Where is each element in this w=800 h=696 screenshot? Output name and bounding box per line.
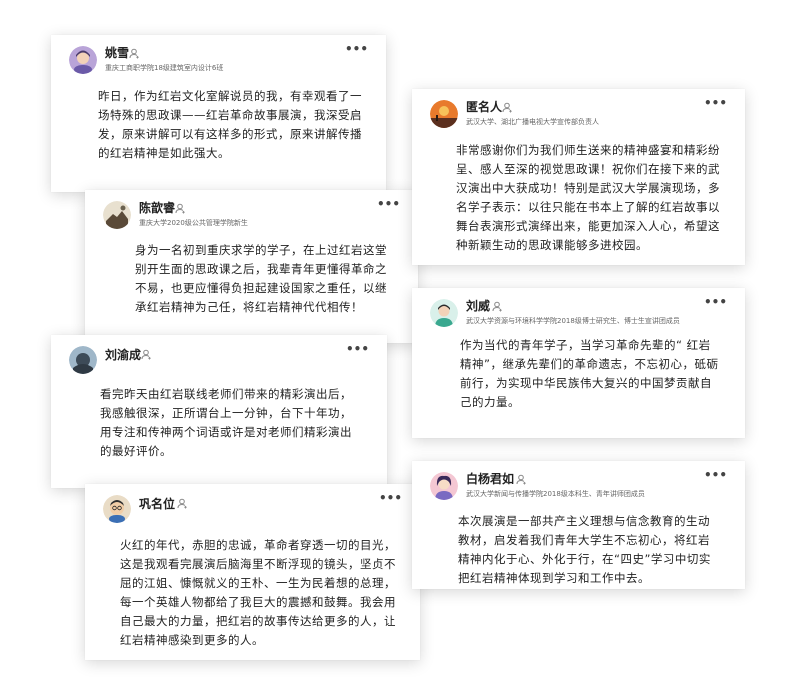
author-name[interactable]: 陈歆睿 bbox=[139, 201, 175, 215]
comment-text: 本次展演是一部共产主义理想与信念教育的生动教材，启发着我们青年大学生不忘初心，将… bbox=[458, 514, 711, 585]
more-dots-icon[interactable]: ••• bbox=[704, 296, 727, 308]
comment-card-niming: 匿名人 武汉大学、湖北广播电视大学宣传部负责人 ••• 非常感谢你们为我们师生送… bbox=[412, 89, 745, 265]
card-header: 巩名位 ••• bbox=[85, 484, 420, 524]
avatar[interactable] bbox=[430, 299, 458, 327]
author-affiliation: 武汉大学新闻与传播学院2018级本科生、青年讲师团成员 bbox=[466, 490, 645, 498]
author-name[interactable]: 刘威 bbox=[466, 299, 490, 313]
more-dots-icon[interactable]: ••• bbox=[377, 198, 400, 210]
more-dots-icon[interactable]: ••• bbox=[346, 343, 369, 355]
comment-text: 火红的年代，赤胆的忠诚，革命者穿透一切的目光，这是我观看完展演后脑海里不断浮现的… bbox=[120, 538, 396, 647]
author-name[interactable]: 姚雪 bbox=[105, 46, 129, 60]
comment-text: 身为一名初到重庆求学的学子，在上过红岩这堂别开生面的思政课之后，我辈青年更懂得革… bbox=[135, 243, 387, 314]
card-header: 白杨君如 武汉大学新闻与传播学院2018级本科生、青年讲师团成员 ••• bbox=[412, 461, 745, 501]
user-follow-icon[interactable] bbox=[492, 301, 503, 312]
avatar[interactable] bbox=[103, 495, 131, 523]
avatar[interactable] bbox=[430, 100, 458, 128]
comment-text: 昨日，作为红岩文化室解说员的我，有幸观看了一场特殊的思政课——红岩革命故事展演，… bbox=[98, 89, 362, 160]
avatar[interactable] bbox=[69, 46, 97, 74]
comment-card-yaoxue: 姚雪 重庆工商职学院18级建筑室内设计6班 ••• 昨日，作为红岩文化室解说员的… bbox=[51, 35, 386, 192]
comment-card-gongmingwei: 巩名位 ••• 火红的年代，赤胆的忠诚，革命者穿透一切的目光，这是我观看完展演后… bbox=[85, 484, 420, 660]
more-dots-icon[interactable]: ••• bbox=[704, 469, 727, 481]
comment-card-chenxinrui: 陈歆睿 重庆大学2020级公共管理学院新生 ••• 身为一名初到重庆求学的学子，… bbox=[85, 190, 418, 343]
user-follow-icon[interactable] bbox=[129, 48, 140, 59]
comment-card-liuwei: 刘威 武汉大学资源与环境科学学院2018级博士研究生、博士生宣讲团成员 ••• … bbox=[412, 288, 745, 438]
more-dots-icon[interactable]: ••• bbox=[345, 43, 368, 55]
card-header: 匿名人 武汉大学、湖北广播电视大学宣传部负责人 ••• bbox=[412, 89, 745, 129]
user-follow-icon[interactable] bbox=[175, 203, 186, 214]
author-affiliation: 重庆工商职学院18级建筑室内设计6班 bbox=[105, 64, 224, 72]
author-name[interactable]: 白杨君如 bbox=[466, 472, 514, 486]
avatar[interactable] bbox=[69, 346, 97, 374]
card-header: 陈歆睿 重庆大学2020级公共管理学院新生 ••• bbox=[85, 190, 418, 230]
card-header: 刘威 武汉大学资源与环境科学学院2018级博士研究生、博士生宣讲团成员 ••• bbox=[412, 288, 745, 328]
user-follow-icon[interactable] bbox=[516, 474, 527, 485]
author-name[interactable]: 巩名位 bbox=[139, 497, 175, 511]
avatar[interactable] bbox=[430, 472, 458, 500]
card-header: 姚雪 重庆工商职学院18级建筑室内设计6班 ••• bbox=[51, 35, 386, 75]
author-affiliation: 武汉大学资源与环境科学学院2018级博士研究生、博士生宣讲团成员 bbox=[466, 317, 680, 325]
author-affiliation: 重庆大学2020级公共管理学院新生 bbox=[139, 219, 248, 227]
author-name[interactable]: 刘渝成 bbox=[105, 348, 141, 362]
comment-card-baiyangjunru: 白杨君如 武汉大学新闻与传播学院2018级本科生、青年讲师团成员 ••• 本次展… bbox=[412, 461, 745, 589]
avatar[interactable] bbox=[103, 201, 131, 229]
comment-text: 非常感谢你们为我们师生送来的精神盛宴和精彩纷呈、感人至深的视觉思政课！祝你们在接… bbox=[456, 143, 720, 252]
user-follow-icon[interactable] bbox=[141, 349, 152, 360]
card-header: 刘渝成 ••• bbox=[51, 335, 387, 375]
user-follow-icon[interactable] bbox=[502, 102, 513, 113]
comment-text: 看完昨天由红岩联线老师们带来的精彩演出后，我感触很深，正所谓台上一分钟，台下十年… bbox=[100, 387, 352, 458]
author-affiliation: 武汉大学、湖北广播电视大学宣传部负责人 bbox=[466, 118, 599, 126]
more-dots-icon[interactable]: ••• bbox=[379, 492, 402, 504]
comment-text: 作为当代的青年学子，当学习革命先辈的“ 红岩精神”，继承先辈们的革命遗志，不忘初… bbox=[460, 338, 719, 409]
comment-card-liuyucheng: 刘渝成 ••• 看完昨天由红岩联线老师们带来的精彩演出后，我感触很深，正所谓台上… bbox=[51, 335, 387, 488]
author-name[interactable]: 匿名人 bbox=[466, 100, 502, 114]
user-follow-icon[interactable] bbox=[177, 498, 188, 509]
more-dots-icon[interactable]: ••• bbox=[704, 97, 727, 109]
